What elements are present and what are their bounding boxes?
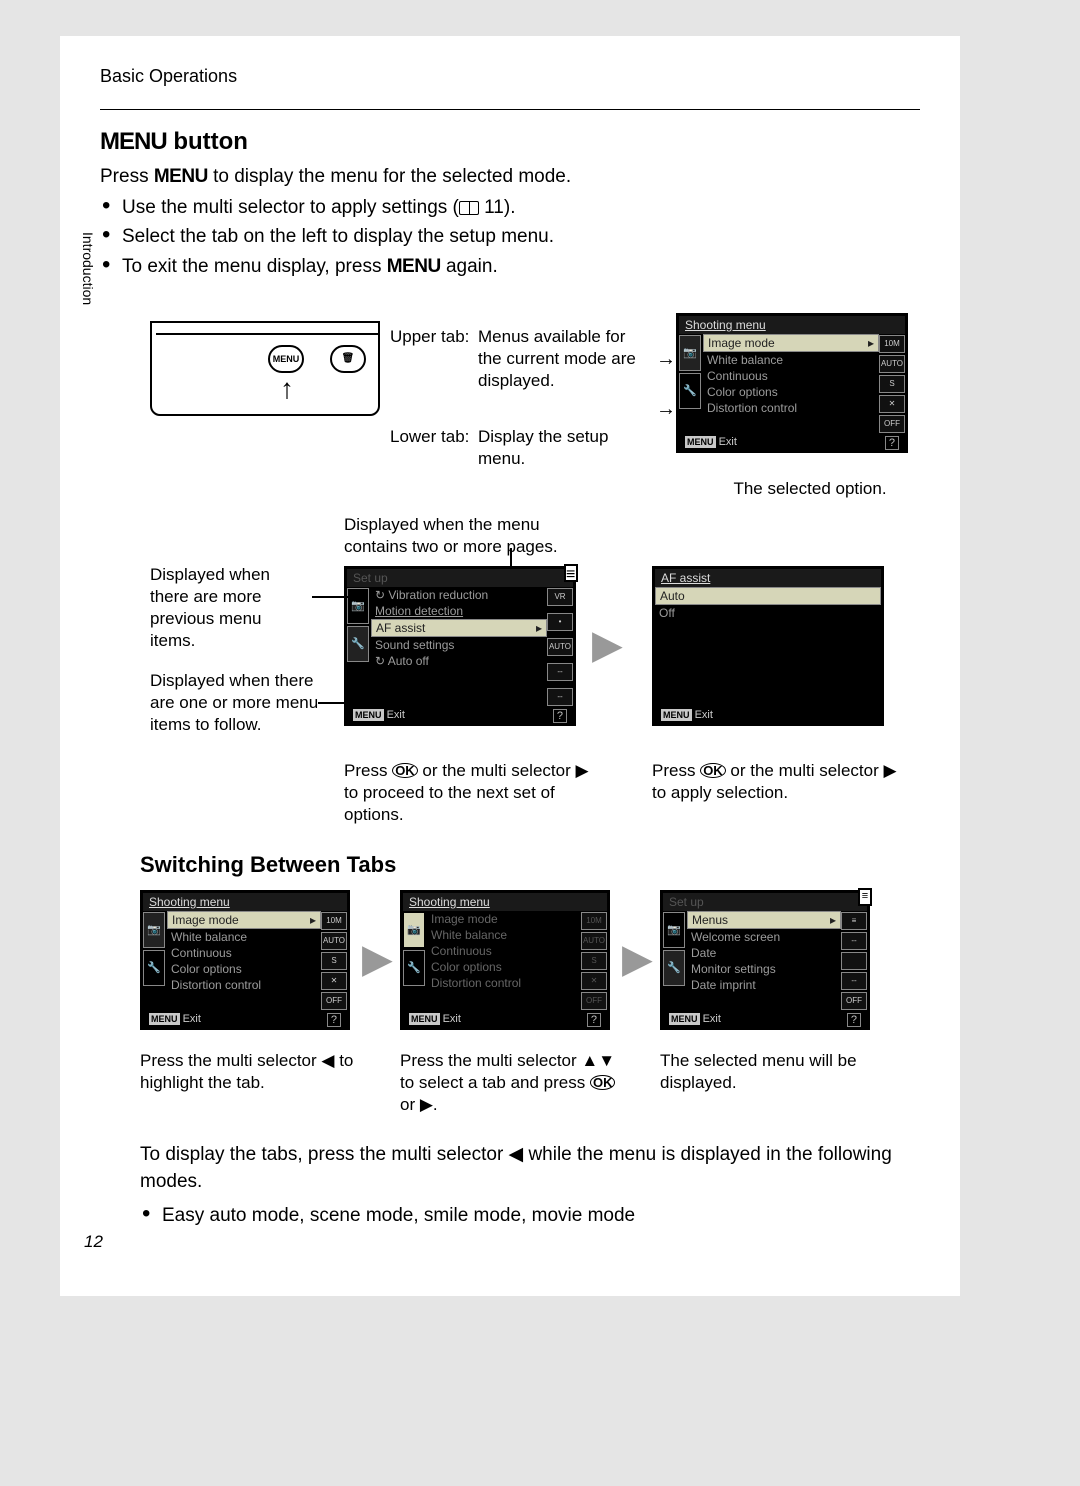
divider [100,109,920,110]
selected-option-label: The selected option. [700,478,920,500]
section-switching-tabs: Switching Between Tabs [140,852,396,878]
arrow-right-icon: ▶ [362,936,393,982]
upper-tab-annot: Upper tab:Menus available for the curren… [390,326,650,392]
switch-cap-1: Press the multi selector ◀ to highlight … [140,1050,360,1094]
menu-label: MENU [100,128,167,155]
two-pages-annot: Displayed when the menu contains two or … [344,514,604,558]
switch-cap-2: Press the multi selector ▲▼ to select a … [400,1050,620,1116]
more-items-annot: Displayed when there are one or more men… [150,670,320,736]
lcd-af-assist: AF assist Auto Off MENU Exit [652,566,884,726]
prev-items-annot: Displayed when there are more previous m… [150,564,310,652]
delete-button-icon: 🗑 [330,345,366,373]
lcd-switch-1: Shooting menu 📷🔧 Image mode▸ White balan… [140,890,350,1030]
lower-tab-annot: Lower tab:Display the setup menu. [390,426,650,470]
scroll-indicator-icon: ≡ [858,888,872,906]
arrow-up-icon: ↑ [280,373,294,405]
menu-button-icon: MENU [268,345,304,373]
lcd-switch-2: Shooting menu 📷🔧 Image mode White balanc… [400,890,610,1030]
page-title: MENU button [100,128,920,156]
camera-diagram: MENU 🗑 ↑ [150,321,380,416]
bullet-3: To exit the menu display, press MENU aga… [122,253,920,281]
tabs-bullet: Easy auto mode, scene mode, smile mode, … [162,1202,900,1230]
lcd-shooting-menu-1: Shooting menu 📷🔧 Image mode▸ White balan… [676,313,908,453]
lcd-switch-3: Set up 📷🔧 Menus▸ Welcome screen Date Mon… [660,890,870,1030]
press-ok-next: Press OK or the multi selector ▶ to proc… [344,760,606,826]
af-assist-auto: Auto [655,587,881,605]
book-icon [459,201,479,215]
switch-cap-3: The selected menu will be displayed. [660,1050,880,1094]
menu-item-af-assist: AF assist▸ [371,619,547,637]
lcd-setup-menu: Set up 📷🔧 ↻ Vibration reduction Motion d… [344,566,576,726]
bullet-2: Select the tab on the left to display th… [122,223,920,251]
press-ok-apply: Press OK or the multi selector ▶ to appl… [652,760,904,804]
tabs-note: To display the tabs, press the multi sel… [140,1142,910,1195]
arrow-right-icon: ▶ [622,936,653,982]
arrow-right-icon: ▶ [592,622,623,668]
intro-text: Press MENU to display the menu for the s… [100,164,920,190]
breadcrumb: Basic Operations [100,66,920,87]
side-tab-introduction: Introduction [70,228,96,368]
page-number: 12 [84,1232,103,1252]
menu-item-selected: Image mode▸ [703,334,879,352]
bullet-1: Use the multi selector to apply settings… [122,194,920,222]
scroll-indicator-icon: ≡ [564,564,578,582]
